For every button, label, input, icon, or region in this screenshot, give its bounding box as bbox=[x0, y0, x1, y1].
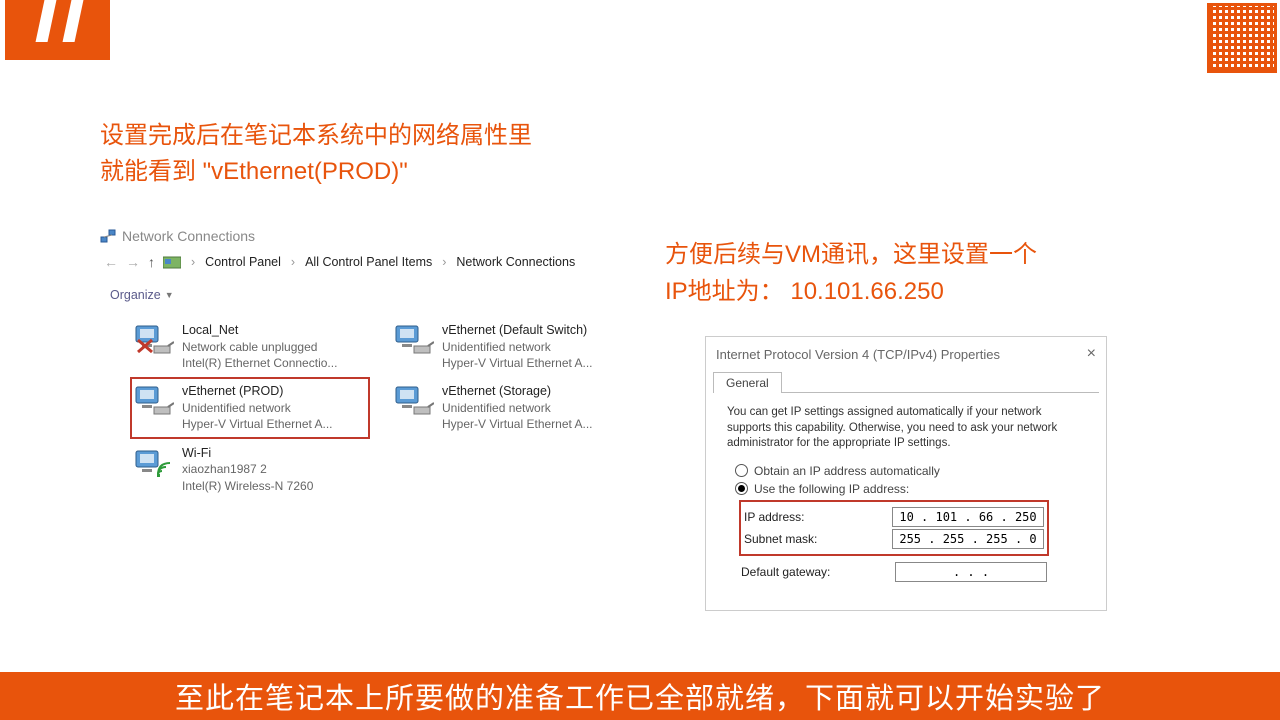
breadcrumb-item[interactable]: Control Panel bbox=[205, 255, 281, 269]
adapter-status: Unidentified network bbox=[182, 400, 333, 416]
chevron-down-icon: ▼ bbox=[165, 290, 174, 300]
breadcrumb-item[interactable]: All Control Panel Items bbox=[305, 255, 432, 269]
adapter-text: Local_NetNetwork cable unpluggedIntel(R)… bbox=[182, 322, 337, 371]
window-title-text: Network Connections bbox=[122, 228, 255, 244]
adapter-status: Unidentified network bbox=[442, 400, 593, 416]
headline-left: 设置完成后在笔记本系统中的网络属性里 就能看到 "vEthernet(PROD)… bbox=[100, 118, 532, 190]
subnet-mask-label: Subnet mask: bbox=[744, 532, 882, 546]
qr-code bbox=[1207, 3, 1277, 73]
breadcrumb-item[interactable]: Network Connections bbox=[456, 255, 575, 269]
adapter-device: Hyper-V Virtual Ethernet A... bbox=[442, 355, 593, 371]
organize-label: Organize bbox=[110, 288, 161, 302]
ipv4-description: You can get IP settings assigned automat… bbox=[727, 405, 1085, 452]
radio-auto-label: Obtain an IP address automatically bbox=[754, 464, 940, 478]
radio-icon bbox=[735, 482, 748, 495]
default-gateway-row: Default gateway: . . . bbox=[741, 562, 1047, 582]
chevron-icon: › bbox=[442, 255, 446, 269]
adapter-list: Local_NetNetwork cable unpluggedIntel(R)… bbox=[130, 316, 650, 500]
default-gateway-input[interactable]: . . . bbox=[895, 562, 1047, 582]
adapter-item[interactable]: Wi-Fixiaozhan1987 2Intel(R) Wireless-N 7… bbox=[130, 439, 370, 500]
up-arrow-icon[interactable]: ↑ bbox=[148, 254, 155, 270]
default-gateway-label: Default gateway: bbox=[741, 565, 885, 579]
headline-right: 方便后续与VM通讯，这里设置一个 IP地址为： 10.101.66.250 bbox=[665, 236, 1037, 310]
adapter-status: xiaozhan1987 2 bbox=[182, 461, 313, 477]
adapter-item[interactable]: vEthernet (PROD)Unidentified networkHype… bbox=[130, 377, 370, 438]
chevron-icon: › bbox=[291, 255, 295, 269]
radio-auto-row[interactable]: Obtain an IP address automatically bbox=[735, 464, 1085, 478]
adapter-item[interactable]: vEthernet (Storage)Unidentified networkH… bbox=[390, 377, 630, 438]
breadcrumb-row: ← → ↑ › Control Panel › All Control Pane… bbox=[104, 254, 660, 270]
adapter-text: Wi-Fixiaozhan1987 2Intel(R) Wireless-N 7… bbox=[182, 445, 313, 494]
ipv4-body: You can get IP settings assigned automat… bbox=[713, 392, 1099, 600]
ip-address-row: IP address: 10 . 101 . 66 . 250 bbox=[744, 507, 1044, 527]
adapter-device: Intel(R) Ethernet Connectio... bbox=[182, 355, 337, 371]
headline-right-line1: 方便后续与VM通讯，这里设置一个 bbox=[665, 241, 1037, 268]
adapter-device: Intel(R) Wireless-N 7260 bbox=[182, 478, 313, 494]
subnet-mask-row: Subnet mask: 255 . 255 . 255 . 0 bbox=[744, 529, 1044, 549]
ip-fields-highlight: IP address: 10 . 101 . 66 . 250 Subnet m… bbox=[739, 500, 1049, 556]
organize-button[interactable]: Organize ▼ bbox=[104, 284, 660, 306]
back-arrow-icon[interactable]: ← bbox=[104, 254, 118, 270]
adapter-icon bbox=[134, 445, 174, 481]
adapter-icon bbox=[134, 383, 174, 419]
adapter-icon bbox=[394, 322, 434, 358]
ipv4-title-text: Internet Protocol Version 4 (TCP/IPv4) P… bbox=[716, 347, 1000, 362]
adapter-status: Unidentified network bbox=[442, 339, 593, 355]
adapter-name: Local_Net bbox=[182, 322, 337, 339]
adapter-text: vEthernet (Storage)Unidentified networkH… bbox=[442, 383, 593, 432]
adapter-device: Hyper-V Virtual Ethernet A... bbox=[182, 416, 333, 432]
network-connections-window: Network Connections ← → ↑ › Control Pane… bbox=[100, 228, 660, 500]
adapter-text: vEthernet (PROD)Unidentified networkHype… bbox=[182, 383, 333, 432]
adapter-text: vEthernet (Default Switch)Unidentified n… bbox=[442, 322, 593, 371]
headline-left-line2: 就能看到 "vEthernet(PROD)" bbox=[100, 158, 408, 185]
headline-left-line1: 设置完成后在笔记本系统中的网络属性里 bbox=[100, 122, 532, 149]
ip-address-label: IP address: bbox=[744, 510, 882, 524]
adapter-name: vEthernet (Storage) bbox=[442, 383, 593, 400]
chevron-icon: › bbox=[191, 255, 195, 269]
ip-address-input[interactable]: 10 . 101 . 66 . 250 bbox=[892, 507, 1044, 527]
ipv4-tabs: General bbox=[713, 371, 1099, 392]
radio-icon bbox=[735, 464, 748, 477]
footer-text: 至此在笔记本上所要做的准备工作已全部就绪，下面就可以开始实验了 bbox=[175, 675, 1105, 717]
folder-icon bbox=[163, 254, 181, 270]
ipv4-titlebar: Internet Protocol Version 4 (TCP/IPv4) P… bbox=[706, 337, 1106, 371]
adapter-name: vEthernet (Default Switch) bbox=[442, 322, 593, 339]
adapter-item[interactable]: vEthernet (Default Switch)Unidentified n… bbox=[390, 316, 630, 377]
radio-manual-label: Use the following IP address: bbox=[754, 482, 909, 496]
headline-right-line2: IP地址为： 10.101.66.250 bbox=[665, 278, 944, 305]
adapter-item[interactable]: Local_NetNetwork cable unpluggedIntel(R)… bbox=[130, 316, 370, 377]
forward-arrow-icon[interactable]: → bbox=[126, 254, 140, 270]
adapter-device: Hyper-V Virtual Ethernet A... bbox=[442, 416, 593, 432]
radio-manual-row[interactable]: Use the following IP address: bbox=[735, 482, 1085, 496]
adapter-name: vEthernet (PROD) bbox=[182, 383, 333, 400]
network-icon bbox=[100, 228, 116, 244]
adapter-status: Network cable unplugged bbox=[182, 339, 337, 355]
window-title-row: Network Connections bbox=[100, 228, 660, 244]
brand-logo bbox=[5, 0, 110, 60]
adapter-icon bbox=[394, 383, 434, 419]
close-icon[interactable]: × bbox=[1087, 345, 1096, 363]
footer-bar: 至此在笔记本上所要做的准备工作已全部就绪，下面就可以开始实验了 bbox=[0, 672, 1280, 720]
tab-general[interactable]: General bbox=[713, 372, 782, 393]
subnet-mask-input[interactable]: 255 . 255 . 255 . 0 bbox=[892, 529, 1044, 549]
adapter-icon bbox=[134, 322, 174, 358]
adapter-name: Wi-Fi bbox=[182, 445, 313, 462]
ipv4-properties-window: Internet Protocol Version 4 (TCP/IPv4) P… bbox=[705, 336, 1107, 611]
